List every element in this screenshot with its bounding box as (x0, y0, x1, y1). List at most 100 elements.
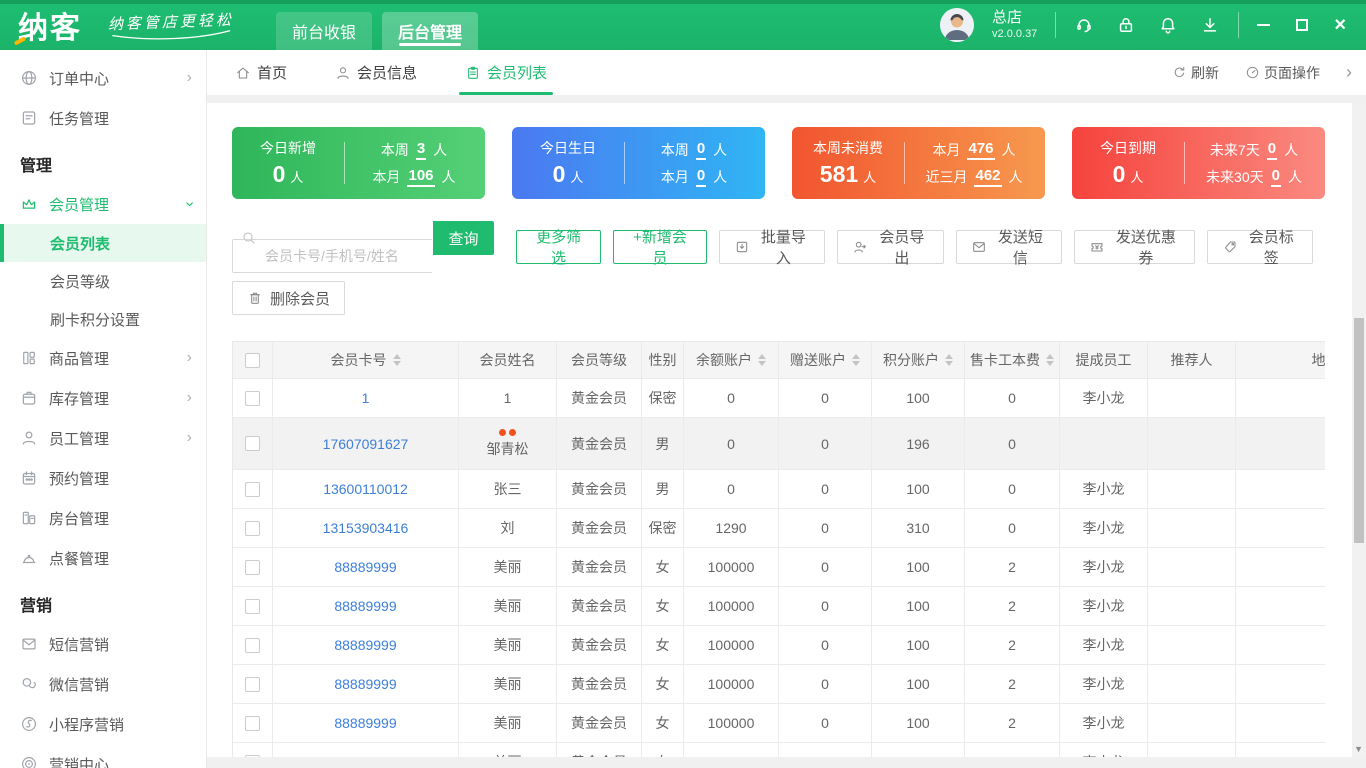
column-header-level[interactable]: 会员等级 (557, 342, 642, 379)
cell-card_no[interactable]: 88889999 (273, 743, 459, 757)
row-checkbox[interactable] (245, 436, 260, 451)
download-icon[interactable] (1200, 15, 1220, 35)
row-checkbox[interactable] (245, 521, 260, 536)
sidebar-item[interactable]: 短信营销 (0, 624, 206, 664)
stat-sub-value-link[interactable]: 462 (974, 167, 1001, 187)
column-header-balance[interactable]: 余额账户 (684, 342, 779, 379)
member-card-link[interactable]: 88889999 (334, 559, 396, 575)
cell-checkbox[interactable] (233, 548, 273, 587)
nav-backend-button[interactable]: 后台管理 (382, 12, 478, 50)
stat-sub-value-link[interactable]: 0 (1267, 140, 1277, 160)
cell-card_no[interactable]: 88889999 (273, 626, 459, 665)
sidebar-subitem[interactable]: 刷卡积分设置 (0, 300, 206, 338)
column-header-card_no[interactable]: 会员卡号 (273, 342, 459, 379)
page-operations-button[interactable]: 页面操作 (1245, 63, 1320, 83)
sidebar-item[interactable]: 点餐管理 (0, 538, 206, 578)
cell-card_no[interactable]: 88889999 (273, 587, 459, 626)
tab-首页[interactable]: 首页 (235, 50, 287, 95)
scrollbar-down-arrow[interactable]: ▼ (1354, 744, 1363, 754)
member-card-link[interactable]: 88889999 (334, 637, 396, 653)
stat-sub-value-link[interactable]: 106 (407, 167, 434, 187)
sidebar-item[interactable]: 员工管理› (0, 418, 206, 458)
toolbar-button-3[interactable]: 批量导入 (719, 230, 826, 264)
cell-card_no[interactable]: 13153903416 (273, 509, 459, 548)
bell-icon[interactable] (1158, 15, 1178, 35)
column-header-gift[interactable]: 赠送账户 (779, 342, 872, 379)
column-header-checkbox[interactable] (233, 342, 273, 379)
sort-caret-icon[interactable] (1046, 354, 1054, 366)
cell-checkbox[interactable] (233, 743, 273, 757)
row-checkbox[interactable] (245, 599, 260, 614)
toolbar-button-5[interactable]: 发送短信 (956, 230, 1063, 264)
sidebar-item[interactable]: 预约管理 (0, 458, 206, 498)
stat-sub-value-link[interactable]: 0 (696, 140, 706, 160)
sidebar-item[interactable]: 会员管理› (0, 184, 206, 224)
cell-card_no[interactable]: 88889999 (273, 665, 459, 704)
sidebar-item[interactable]: 微信营销 (0, 664, 206, 704)
column-header-points[interactable]: 积分账户 (872, 342, 965, 379)
sort-caret-icon[interactable] (945, 354, 953, 366)
sidebar-subitem[interactable]: 会员列表 (0, 224, 206, 262)
maximize-button[interactable] (1296, 19, 1308, 31)
row-checkbox[interactable] (245, 391, 260, 406)
row-checkbox[interactable] (245, 638, 260, 653)
column-header-gender[interactable]: 性别 (642, 342, 684, 379)
column-header-referrer[interactable]: 推荐人 (1148, 342, 1236, 379)
lock-icon[interactable] (1116, 15, 1136, 35)
member-card-link[interactable]: 1 (362, 390, 370, 406)
sidebar-subitem[interactable]: 会员等级 (0, 262, 206, 300)
delete-member-button[interactable]: 删除会员 (232, 281, 345, 315)
close-button[interactable]: × (1334, 15, 1346, 35)
cell-card_no[interactable]: 88889999 (273, 548, 459, 587)
refresh-button[interactable]: 刷新 (1172, 63, 1219, 83)
row-checkbox[interactable] (245, 677, 260, 692)
sidebar-item[interactable]: 任务管理 (0, 98, 206, 138)
nav-front-desk-button[interactable]: 前台收银 (276, 12, 372, 50)
stat-sub-value-link[interactable]: 3 (416, 140, 426, 160)
toolbar-button-2[interactable]: +新增会员 (613, 230, 706, 264)
toolbar-button-6[interactable]: 发送优惠券 (1074, 230, 1194, 264)
sort-caret-icon[interactable] (852, 354, 860, 366)
toolbar-button-7[interactable]: 会员标签 (1207, 230, 1314, 264)
cell-card_no[interactable]: 1 (273, 379, 459, 418)
search-input[interactable] (232, 239, 432, 273)
service-icon[interactable] (1074, 15, 1094, 35)
stat-sub-value-link[interactable]: 0 (696, 167, 706, 187)
sort-caret-icon[interactable] (393, 354, 401, 366)
row-checkbox[interactable] (245, 755, 260, 758)
tab-会员列表[interactable]: 会员列表 (465, 50, 547, 95)
cell-card_no[interactable]: 88889999 (273, 704, 459, 743)
sidebar-item[interactable]: 库存管理› (0, 378, 206, 418)
select-all-checkbox[interactable] (245, 353, 260, 368)
cell-checkbox[interactable] (233, 418, 273, 470)
column-header-name[interactable]: 会员姓名 (459, 342, 557, 379)
minimize-button[interactable] (1257, 24, 1270, 26)
toolbar-button-1[interactable]: 更多筛选 (516, 230, 601, 264)
sidebar-item[interactable]: 订单中心› (0, 58, 206, 98)
cell-checkbox[interactable] (233, 587, 273, 626)
cell-card_no[interactable]: 13600110012 (273, 470, 459, 509)
cell-checkbox[interactable] (233, 470, 273, 509)
column-header-staff[interactable]: 提成员工 (1060, 342, 1148, 379)
column-header-fee[interactable]: 售卡工本费 (965, 342, 1060, 379)
member-card-link[interactable]: 17607091627 (323, 436, 409, 452)
stat-sub-value-link[interactable]: 0 (1271, 167, 1281, 187)
row-checkbox[interactable] (245, 560, 260, 575)
cell-checkbox[interactable] (233, 509, 273, 548)
sidebar-item[interactable]: 小程序营销 (0, 704, 206, 744)
member-card-link[interactable]: 88889999 (334, 715, 396, 731)
row-checkbox[interactable] (245, 482, 260, 497)
cell-checkbox[interactable] (233, 379, 273, 418)
member-card-link[interactable]: 13153903416 (323, 520, 409, 536)
scrollbar-thumb[interactable] (1354, 318, 1364, 543)
cell-checkbox[interactable] (233, 665, 273, 704)
more-chevron-icon[interactable]: › (1346, 62, 1352, 83)
sidebar-item[interactable]: 商品管理› (0, 338, 206, 378)
member-card-link[interactable]: 88889999 (334, 754, 396, 757)
cell-checkbox[interactable] (233, 626, 273, 665)
member-card-link[interactable]: 88889999 (334, 676, 396, 692)
sidebar-item[interactable]: 营销中心 (0, 744, 206, 768)
tab-会员信息[interactable]: 会员信息 (335, 50, 417, 95)
sort-caret-icon[interactable] (758, 354, 766, 366)
avatar[interactable] (940, 8, 974, 42)
